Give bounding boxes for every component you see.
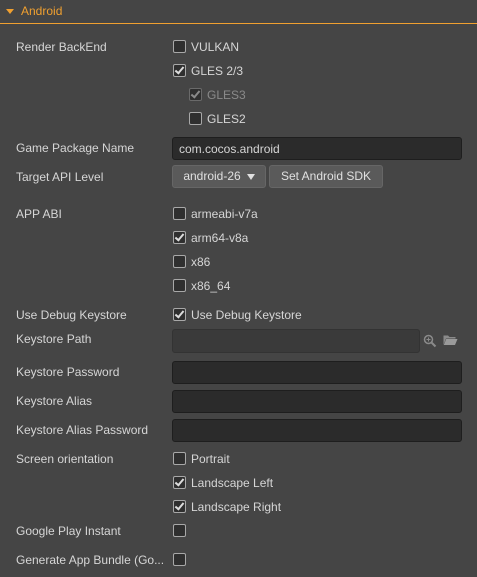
use-debug-keystore-label: Use Debug Keystore bbox=[16, 308, 127, 322]
section-header-android[interactable]: Android bbox=[0, 0, 477, 24]
landscape-right-checkbox[interactable] bbox=[173, 500, 186, 513]
magnifier-icon[interactable] bbox=[423, 334, 437, 348]
section-title: Android bbox=[21, 4, 63, 18]
use-debug-keystore-checkbox-label: Use Debug Keystore bbox=[191, 308, 302, 322]
keystore-alias-password-input[interactable] bbox=[172, 419, 462, 442]
arm64-v8a-checkbox-label: arm64-v8a bbox=[191, 231, 249, 245]
vulkan-checkbox-label: VULKAN bbox=[191, 40, 240, 54]
keystore-path-input[interactable] bbox=[172, 329, 420, 353]
app-abi-label: APP ABI bbox=[16, 207, 62, 221]
x86-checkbox-label: x86 bbox=[191, 255, 211, 269]
google-play-instant-label: Google Play Instant bbox=[16, 524, 121, 538]
dropdown-caret-icon bbox=[246, 173, 255, 180]
target-api-level-value: android-26 bbox=[183, 169, 241, 183]
keystore-alias-password-label: Keystore Alias Password bbox=[16, 423, 149, 437]
gles2-checkbox-label: GLES2 bbox=[207, 112, 246, 126]
use-debug-keystore-checkbox[interactable] bbox=[173, 308, 186, 321]
x86-checkbox[interactable] bbox=[173, 255, 186, 268]
set-android-sdk-button[interactable]: Set Android SDK bbox=[269, 165, 383, 188]
screen-orientation-label: Screen orientation bbox=[16, 452, 114, 466]
folder-icon[interactable] bbox=[443, 334, 458, 346]
generate-app-bundle-checkbox[interactable] bbox=[173, 553, 186, 566]
keystore-alias-input[interactable] bbox=[172, 390, 462, 413]
game-package-name-label: Game Package Name bbox=[16, 141, 135, 155]
armeabi-v7a-checkbox[interactable] bbox=[173, 207, 186, 220]
gles23-checkbox[interactable] bbox=[173, 64, 186, 77]
gles23-checkbox-label: GLES 2/3 bbox=[191, 64, 244, 78]
gles2-checkbox[interactable] bbox=[189, 112, 202, 125]
keystore-password-label: Keystore Password bbox=[16, 365, 120, 379]
landscape-left-checkbox-label: Landscape Left bbox=[191, 476, 274, 490]
generate-app-bundle-label: Generate App Bundle (Go... bbox=[16, 553, 165, 567]
arm64-v8a-checkbox[interactable] bbox=[173, 231, 186, 244]
armeabi-v7a-checkbox-label: armeabi-v7a bbox=[191, 207, 258, 221]
gles3-checkbox bbox=[189, 88, 202, 101]
keystore-password-input[interactable] bbox=[172, 361, 462, 384]
portrait-checkbox[interactable] bbox=[173, 452, 186, 465]
collapse-triangle-icon[interactable] bbox=[6, 9, 14, 14]
portrait-checkbox-label: Portrait bbox=[191, 452, 230, 466]
game-package-name-input[interactable]: com.cocos.android bbox=[172, 137, 462, 160]
keystore-path-label: Keystore Path bbox=[16, 332, 92, 346]
landscape-left-checkbox[interactable] bbox=[173, 476, 186, 489]
vulkan-checkbox[interactable] bbox=[173, 40, 186, 53]
target-api-level-select[interactable]: android-26 bbox=[172, 165, 266, 188]
keystore-alias-label: Keystore Alias bbox=[16, 394, 93, 408]
google-play-instant-checkbox[interactable] bbox=[173, 524, 186, 537]
render-backend-label: Render BackEnd bbox=[16, 40, 107, 54]
target-api-level-label: Target API Level bbox=[16, 170, 104, 184]
x86-64-checkbox[interactable] bbox=[173, 279, 186, 292]
gles3-checkbox-label: GLES3 bbox=[207, 88, 246, 102]
landscape-right-checkbox-label: Landscape Right bbox=[191, 500, 282, 514]
x86-64-checkbox-label: x86_64 bbox=[191, 279, 231, 293]
